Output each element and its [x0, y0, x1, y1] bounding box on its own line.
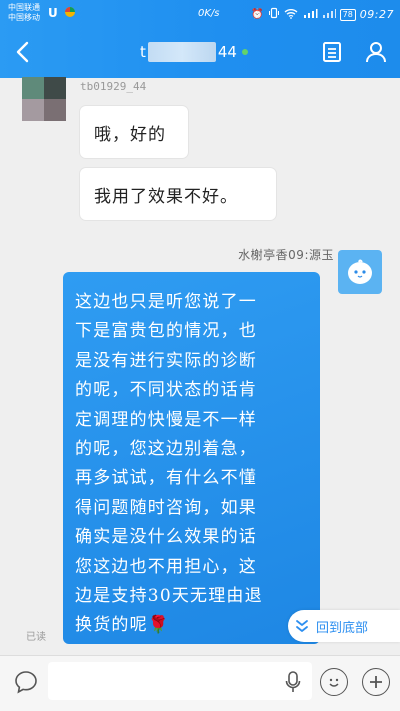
- message-line: 是没有进行实际的诊断: [75, 350, 257, 371]
- input-bar: [0, 655, 400, 711]
- net-speed: 0K/s: [198, 8, 220, 19]
- battery-indicator: 78: [339, 8, 356, 21]
- title-suffix: 44: [217, 43, 237, 61]
- app-notification-icon: [64, 6, 76, 21]
- message-bubble-left[interactable]: 我用了效果不好。: [80, 168, 276, 220]
- top-bar: 中国联通 中国移动 U 0K/s ⏰ 78 09:27 t 44: [0, 0, 400, 78]
- user-profile-button[interactable]: [362, 38, 390, 66]
- status-bar: 中国联通 中国移动 U 0K/s ⏰ 78 09:27: [0, 0, 400, 26]
- message-bubble-right[interactable]: 这边也只是听您说了一 下是富贵包的情况，也 是没有进行实际的诊断 的呢，不同状态…: [63, 272, 320, 644]
- back-to-bottom-label: 回到底部: [316, 620, 369, 636]
- agent-name: 水榭亭香09:源玉: [238, 248, 334, 262]
- microphone-icon: [285, 671, 301, 692]
- back-arrow-icon: [16, 41, 29, 63]
- message-line: 的呢，不同状态的话肯: [75, 380, 257, 401]
- clock: 09:27: [359, 8, 394, 21]
- bird-mascot-icon: [348, 259, 372, 284]
- message-line: 边是支持30天无理由退: [75, 586, 263, 607]
- title-prefix: t: [140, 43, 146, 61]
- vibrate-icon: [268, 7, 280, 22]
- back-to-bottom-button[interactable]: 回到底部: [288, 610, 400, 642]
- message-line: 定调理的快慢是不一样: [75, 409, 257, 430]
- message-line: 的呢，您这边别着急，: [75, 439, 257, 460]
- message-line: 这边也只是听您说了一: [75, 292, 257, 312]
- message-line: 您这边也不用担心，这: [75, 556, 257, 577]
- online-status-dot: [241, 49, 248, 55]
- chat-title: t 44: [140, 40, 248, 64]
- alarm-icon: ⏰: [251, 9, 264, 20]
- carrier-1: 中国联通: [8, 3, 40, 12]
- u-app-icon: U: [48, 6, 58, 20]
- chat-bubble-icon: [15, 671, 37, 694]
- message-input[interactable]: [48, 662, 312, 700]
- sender-name: tb01929_44: [80, 80, 147, 93]
- message-line: 再多试试，有什么不懂: [75, 468, 257, 489]
- message-bubble-left[interactable]: 哦，好的: [80, 106, 188, 158]
- carrier-2: 中国移动: [8, 13, 40, 22]
- back-button[interactable]: [8, 36, 36, 68]
- message-line: 得问题随时咨询，如果: [75, 497, 257, 518]
- smiley-icon: [329, 678, 339, 687]
- blurred-name: [147, 42, 216, 62]
- message-line: 换货的呢🌹: [75, 615, 171, 636]
- agent-avatar[interactable]: [338, 250, 382, 294]
- signal-2-icon: [322, 8, 336, 22]
- message-line: 下是富贵包的情况，也: [75, 321, 257, 342]
- signal-4g-icon: [302, 8, 318, 22]
- plus-icon: [370, 676, 382, 688]
- customer-avatar[interactable]: [22, 77, 66, 121]
- voice-button[interactable]: [282, 668, 304, 696]
- document-button[interactable]: [318, 38, 346, 66]
- nav-row: t 44: [0, 32, 400, 72]
- quick-reply-button[interactable]: [12, 668, 40, 696]
- status-icons: ⏰ 78 09:27: [251, 7, 394, 22]
- read-status: 已读: [26, 632, 46, 643]
- carrier-labels: 中国联通 中国移动: [8, 3, 40, 23]
- wifi-icon: [284, 8, 298, 22]
- emoji-button[interactable]: [320, 668, 348, 696]
- message-line: 确实是没什么效果的话: [75, 527, 257, 548]
- plus-button[interactable]: [362, 668, 390, 696]
- double-chevron-down-icon: [296, 620, 308, 632]
- user-icon: [366, 42, 386, 63]
- document-icon: [323, 42, 341, 62]
